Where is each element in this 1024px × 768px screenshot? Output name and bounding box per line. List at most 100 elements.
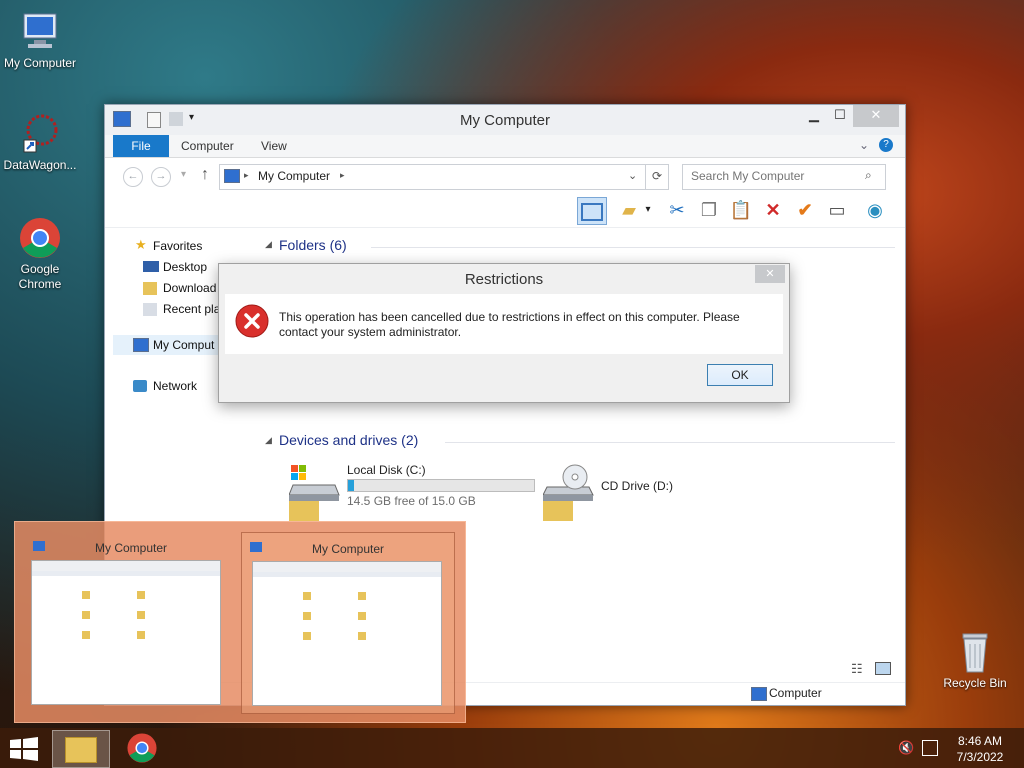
- drive-c[interactable]: Local Disk (C:) 14.5 GB free of 15.0 GB: [285, 459, 535, 508]
- details-view-icon[interactable]: ☷: [851, 661, 863, 677]
- window-titlebar[interactable]: ▾ My Computer ▁ ☐ ✕: [105, 105, 905, 135]
- dialog-message: This operation has been cancelled due to…: [279, 310, 740, 339]
- taskbar: 🔇 8:46 AM 7/3/2022: [0, 728, 1024, 768]
- collapse-icon[interactable]: ◢: [265, 239, 272, 250]
- nav-desktop[interactable]: Desktop: [163, 260, 207, 274]
- star-icon: ★: [135, 237, 147, 252]
- drive-c-usage-bar: [347, 479, 535, 492]
- search-input[interactable]: [689, 168, 863, 184]
- desktop-icon-label: DataWagon...: [3, 158, 77, 172]
- taskbar-file-explorer-button[interactable]: [52, 730, 110, 768]
- up-button[interactable]: ↑: [201, 166, 209, 184]
- paste-icon[interactable]: 📋: [727, 197, 755, 223]
- clock-time: 8:46 AM: [957, 734, 1003, 748]
- volume-muted-icon[interactable]: 🔇: [898, 740, 914, 756]
- file-explorer-icon: [65, 737, 97, 763]
- nav-my-computer[interactable]: My Comput: [153, 338, 214, 352]
- cut-icon[interactable]: ✂: [663, 197, 691, 223]
- hard-drive-icon: [289, 465, 340, 501]
- computer-small-icon: [751, 687, 767, 701]
- forward-button[interactable]: →: [151, 167, 171, 187]
- command-toolbar: ▰ ▾ ✂ ❐ 📋 ✕ ✔ ▭ ◉: [105, 195, 905, 228]
- delete-icon[interactable]: ✕: [759, 197, 787, 223]
- network-icon: [133, 380, 147, 392]
- navigation-pane-icon[interactable]: [577, 197, 607, 225]
- recent-places-icon: [143, 303, 157, 316]
- breadcrumb-separator-icon: ▸: [340, 170, 345, 180]
- tab-view[interactable]: View: [261, 135, 287, 157]
- back-button[interactable]: ←: [123, 167, 143, 187]
- group-divider: [371, 247, 895, 248]
- address-dropdown-icon[interactable]: ⌄: [628, 169, 637, 182]
- help-icon[interactable]: ?: [879, 138, 893, 152]
- datawagon-icon: [18, 112, 62, 156]
- ok-button[interactable]: OK: [707, 364, 773, 386]
- ribbon-tabs: File Computer View ⌄ ?: [105, 135, 905, 158]
- group-divider: [445, 442, 895, 443]
- recycle-bin-icon: [953, 630, 997, 674]
- desktop-icon-datawagon[interactable]: DataWagon...: [0, 112, 80, 172]
- dropdown-icon[interactable]: ▾: [641, 197, 655, 223]
- group-devices-header[interactable]: Devices and drives (2): [279, 432, 418, 448]
- clock[interactable]: 8:46 AM 7/3/2022: [946, 733, 1014, 765]
- rename-icon[interactable]: ▭: [823, 197, 851, 223]
- desktop-icon-label: Google Chrome: [18, 262, 62, 291]
- ribbon-expand-icon[interactable]: ⌄: [859, 138, 869, 152]
- thumbnail-title: My Computer: [94, 541, 168, 555]
- tab-computer[interactable]: Computer: [181, 135, 234, 157]
- dialog-title: Restrictions: [464, 271, 544, 288]
- drive-c-free-space: 14.5 GB free of 15.0 GB: [347, 494, 476, 508]
- computer-icon: [18, 10, 62, 54]
- group-folders-header[interactable]: Folders (6): [279, 237, 347, 253]
- folder-options-icon[interactable]: ▰: [615, 197, 643, 223]
- collapse-icon[interactable]: ◢: [265, 435, 272, 446]
- drive-c-name: Local Disk (C:): [347, 463, 426, 477]
- dialog-body: This operation has been cancelled due to…: [225, 294, 783, 354]
- downloads-folder-icon: [143, 282, 157, 295]
- minimize-button[interactable]: ▁: [801, 105, 827, 127]
- computer-small-icon: [224, 169, 240, 183]
- search-icon[interactable]: ⌕: [865, 168, 872, 183]
- drive-d-name: CD Drive (D:): [601, 479, 673, 493]
- computer-small-icon: [133, 338, 149, 352]
- thumbnail-window-2[interactable]: My Computer: [241, 532, 455, 714]
- thumbnail-image: [252, 561, 442, 706]
- status-location: Computer: [769, 686, 822, 700]
- nav-network[interactable]: Network: [153, 379, 197, 393]
- tab-file[interactable]: File: [113, 135, 169, 157]
- drive-c-usage-fill: [348, 480, 355, 491]
- desktop-icon-my-computer[interactable]: My Computer: [0, 10, 80, 70]
- desktop-icon-label: Recycle Bin: [943, 676, 1007, 690]
- network-tray-icon[interactable]: [922, 740, 938, 756]
- maximize-button[interactable]: ☐: [827, 105, 853, 127]
- nav-favorites[interactable]: Favorites: [153, 239, 202, 253]
- start-button[interactable]: [10, 737, 38, 761]
- recent-locations-icon[interactable]: ▾: [181, 169, 186, 180]
- desktop-folder-icon: [143, 261, 159, 272]
- copy-icon[interactable]: ❐: [695, 197, 723, 223]
- clock-date: 7/3/2022: [956, 750, 1004, 764]
- thumbnail-window-1[interactable]: My Computer: [25, 532, 237, 712]
- window-title: My Computer: [459, 112, 551, 129]
- taskbar-chrome-button[interactable]: [126, 732, 158, 764]
- search-box[interactable]: ⌕: [682, 164, 886, 190]
- drive-d[interactable]: CD Drive (D:): [541, 459, 741, 505]
- desktop-icon-chrome[interactable]: Google Chrome: [0, 216, 80, 292]
- refresh-button[interactable]: ⟳: [645, 164, 669, 190]
- desktop-icon-recycle-bin[interactable]: Recycle Bin: [935, 630, 1015, 690]
- breadcrumb-my-computer[interactable]: My Computer: [258, 169, 330, 183]
- dialog-close-button[interactable]: ✕: [755, 265, 785, 283]
- restrictions-dialog: Restrictions ✕ This operation has been c…: [218, 263, 790, 403]
- error-icon: [235, 304, 269, 338]
- desktop-icon-label: My Computer: [3, 56, 77, 70]
- nav-recent-places[interactable]: Recent pla: [163, 302, 220, 316]
- nav-downloads[interactable]: Download: [163, 281, 216, 295]
- breadcrumb-separator-icon: ▸: [244, 170, 249, 180]
- checkmark-icon[interactable]: ✔: [791, 197, 819, 223]
- taskbar-thumbnail-preview: My Computer My Computer: [14, 521, 466, 723]
- address-bar[interactable]: ▸ My Computer ▸ ⌄: [219, 164, 647, 190]
- globe-icon[interactable]: ◉: [861, 197, 889, 223]
- cd-drive-icon: [543, 464, 594, 501]
- close-button[interactable]: ✕: [853, 105, 899, 127]
- large-icons-view-icon[interactable]: [875, 662, 891, 675]
